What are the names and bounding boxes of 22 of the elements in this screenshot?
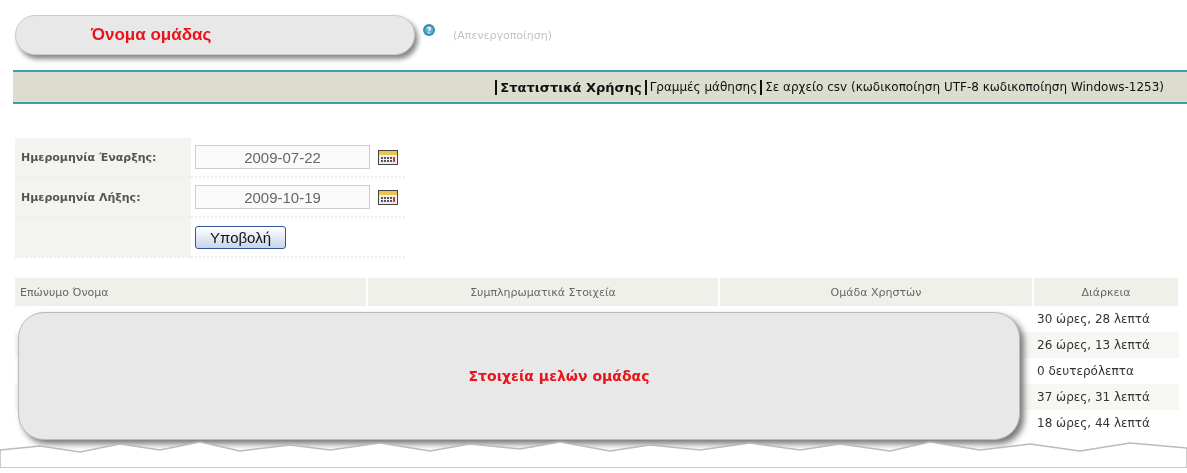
column-header: Ομάδα Χρηστών [719,278,1033,306]
end-date-label: Ημερομηνία Λήξης: [15,177,191,217]
column-header: Συμπληρωματικά Στοιχεία [367,278,719,306]
nav-link[interactable]: Σε αρχείο csv (κωδικοποίηση UTF-8 κωδικοποίηση Windows-1253) [760,79,1167,95]
table-cell: 26 ώρες, 13 λεπτά [1033,332,1179,358]
nav-link[interactable]: Στατιστικά Χρήσης [495,79,645,95]
nav-link[interactable]: Γραμμές μάθησης [644,79,761,95]
calendar-icon[interactable] [378,189,399,205]
start-date-field[interactable]: 2009-07-22 [195,145,370,169]
group-name-callout: Όνομα ομάδας [15,15,415,55]
calendar-icon[interactable] [378,149,399,165]
table-cell: 18 ώρες, 44 λεπτά [1033,410,1179,436]
column-header: Επώνυμο Όνομα [15,278,367,306]
column-header: Διάρκεια [1033,278,1179,306]
start-date-label: Ημερομηνία Έναρξης: [15,138,191,177]
end-date-field[interactable]: 2009-10-19 [195,185,370,209]
help-icon[interactable] [423,24,435,36]
callout-text: Στοιχεία μελών ομάδας [468,368,650,384]
table-cell: 0 δευτερόλεπτα [1033,358,1179,384]
table-cell: 30 ώρες, 28 λεπτά [1033,306,1179,332]
submit-button[interactable]: Υποβολή [195,225,286,249]
table-cell: 37 ώρες, 31 λεπτά [1033,384,1179,410]
